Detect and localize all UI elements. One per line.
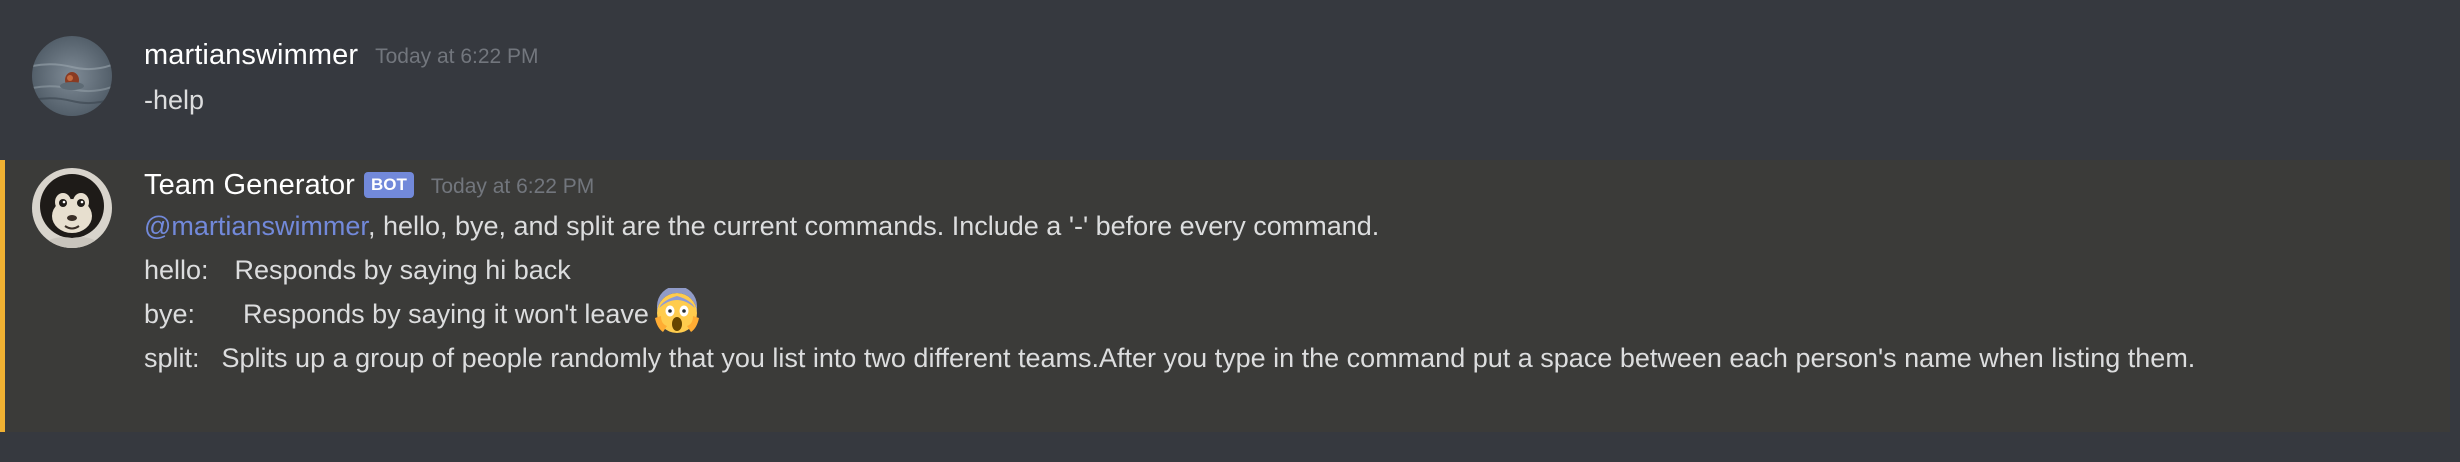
avatar[interactable] (32, 168, 112, 248)
command-description: Responds by saying it won't leave (243, 299, 649, 329)
timestamp: Today at 6:22 PM (430, 175, 595, 198)
command-name: hello: (144, 255, 209, 285)
command-line-bye: bye: Responds by saying it won't leave (144, 287, 2390, 336)
message-body: @martianswimmer, hello, bye, and split a… (144, 204, 2390, 380)
face-screaming-in-fear-icon[interactable] (653, 287, 701, 336)
mention-highlight-bar (0, 160, 5, 432)
swimmer-avatar-icon (32, 36, 112, 116)
command-name: split: (144, 343, 200, 373)
message-content: Team Generator BOT Today at 6:22 PM @mar… (144, 166, 2390, 380)
intro-text: , hello, bye, and split are the current … (367, 211, 1380, 241)
command-description: Responds by saying hi back (234, 255, 571, 285)
command-description: Splits up a group of people randomly tha… (221, 343, 2196, 373)
username[interactable]: Team Generator (144, 169, 355, 202)
command-name: bye: (144, 299, 196, 329)
timestamp: Today at 6:22 PM (375, 45, 539, 68)
bot-badge: BOT (363, 172, 414, 198)
message-header: Team Generator BOT Today at 6:22 PM (144, 166, 2390, 204)
username[interactable]: martianswimmer (144, 39, 358, 72)
monkey-avatar-icon (32, 168, 112, 248)
message-text: -help (144, 85, 205, 115)
avatar[interactable] (32, 36, 112, 116)
message-martianswimmer: martianswimmer Today at 6:22 PM -help (0, 18, 2450, 128)
chat-messages: martianswimmer Today at 6:22 PM -help Te… (0, 0, 2460, 462)
command-line-hello: hello: Responds by saying hi back (144, 248, 2390, 292)
message-team-generator: Team Generator BOT Today at 6:22 PM @mar… (0, 160, 2450, 432)
intro-line: @martianswimmer, hello, bye, and split a… (144, 204, 2390, 248)
message-header: martianswimmer Today at 6:22 PM (144, 36, 2390, 74)
command-line-split: split: Splits up a group of people random… (144, 336, 2390, 380)
user-mention[interactable]: @martianswimmer (144, 211, 368, 241)
message-content: martianswimmer Today at 6:22 PM -help (144, 36, 2390, 122)
